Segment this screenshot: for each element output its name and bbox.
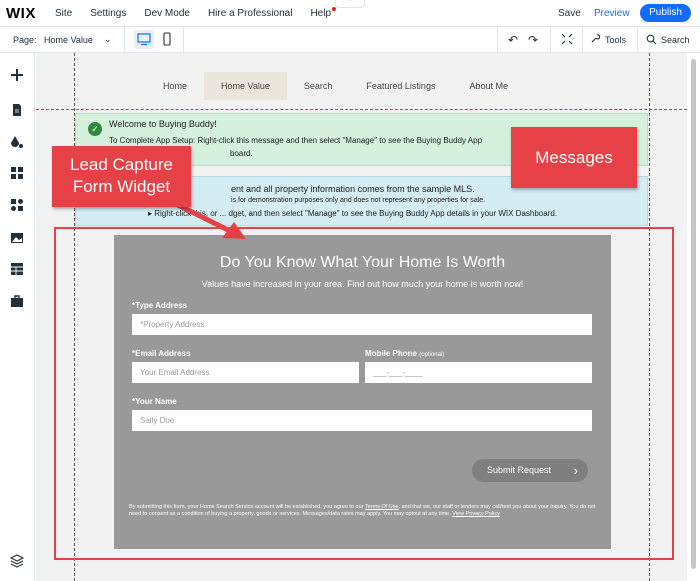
site-nav-home[interactable]: Home (146, 72, 204, 100)
menu-settings[interactable]: Settings (90, 8, 126, 19)
messages-callout: Messages (511, 127, 637, 188)
divider (550, 27, 551, 52)
apps-icon[interactable] (9, 197, 25, 213)
email-input[interactable]: Your Email Address (132, 362, 359, 383)
publish-button[interactable]: Publish (640, 4, 691, 22)
sections-icon[interactable] (9, 165, 25, 181)
sample-mls-title: ent and all property information comes f… (231, 184, 475, 194)
collapse-chevron-icon[interactable]: ⌃ (335, 0, 365, 8)
chevron-right-icon: › (573, 463, 578, 478)
menu-hire-professional[interactable]: Hire a Professional (208, 8, 292, 19)
cms-icon[interactable] (9, 261, 25, 277)
redo-icon[interactable]: ↷ (528, 33, 538, 47)
sample-mls-text: is for demonstration purposes only and d… (231, 197, 486, 204)
lead-capture-form[interactable]: Do You Know What Your Home Is Worth Valu… (114, 235, 611, 549)
site-nav-featured-listings[interactable]: Featured Listings (349, 72, 452, 100)
page-toolbar: Page: Home Value ⌄ ↶ ↷ Tools Search (0, 27, 700, 53)
tools-button[interactable]: Tools (605, 35, 626, 45)
terms-link[interactable]: Terms Of Use (365, 504, 399, 510)
welcome-text: To Complete App Setup: Right-click this … (109, 136, 483, 145)
site-nav-search[interactable]: Search (287, 72, 350, 100)
page-selector[interactable]: Home Value (44, 35, 93, 45)
submit-request-button[interactable]: Submit Request › (472, 459, 588, 482)
search-button[interactable]: Search (661, 35, 690, 45)
page-label: Page: (13, 35, 37, 45)
divider (497, 27, 498, 52)
business-icon[interactable] (9, 293, 25, 309)
menu-help[interactable]: Help (310, 7, 336, 19)
tools-icon (591, 34, 600, 43)
chevron-down-icon[interactable]: ⌄ (104, 34, 112, 45)
address-label: *Type Address (132, 301, 188, 310)
header-divider (36, 109, 687, 110)
pages-icon[interactable] (9, 102, 25, 118)
welcome-title: Welcome to Buying Buddy! (109, 119, 217, 129)
scroll-thumb[interactable] (691, 59, 696, 569)
lead-capture-callout: Lead Capture Form Widget (52, 146, 191, 207)
menu-site[interactable]: Site (55, 8, 72, 19)
search-icon (646, 34, 657, 45)
form-disclaimer: By submitting this form, your Home Searc… (129, 504, 596, 517)
desktop-view-icon[interactable] (134, 30, 154, 49)
name-label: *Your Name (132, 397, 177, 406)
phone-input[interactable]: ___-___-____ (365, 362, 592, 383)
privacy-link[interactable]: View Privacy Policy (452, 511, 500, 517)
undo-icon[interactable]: ↶ (508, 33, 518, 47)
add-elements-icon[interactable] (9, 67, 25, 83)
wix-logo: WIX (6, 5, 36, 22)
left-toolbar (0, 53, 35, 581)
media-icon[interactable] (9, 230, 25, 246)
welcome-text-2: board. (230, 149, 253, 158)
name-input[interactable]: Sally Doe (132, 410, 592, 431)
site-menu: Home Home Value Search Featured Listings… (146, 72, 525, 100)
address-input[interactable]: *Property Address (132, 314, 592, 335)
sample-mls-instructions: ▸ Right-click this, or ... dget, and the… (148, 209, 558, 218)
email-label: *Email Address (132, 349, 191, 358)
save-button[interactable]: Save (558, 8, 581, 19)
menu-dev-mode[interactable]: Dev Mode (144, 8, 190, 19)
form-title: Do You Know What Your Home Is Worth (219, 254, 506, 271)
mobile-view-icon[interactable] (160, 30, 174, 49)
divider (183, 27, 184, 52)
canvas-scrollbar[interactable] (688, 53, 700, 581)
zoom-out-icon[interactable] (560, 32, 574, 46)
form-subtitle: Values have increased in your area. Find… (201, 279, 524, 289)
top-bar: WIX Site Settings Dev Mode Hire a Profes… (0, 0, 700, 27)
theme-icon[interactable] (9, 134, 25, 150)
layers-icon[interactable] (9, 553, 25, 569)
site-nav-about-me[interactable]: About Me (452, 72, 525, 100)
check-icon: ✓ (88, 122, 102, 136)
divider (637, 27, 638, 52)
preview-button[interactable]: Preview (594, 8, 630, 19)
phone-label: Mobile Phone (optional) (365, 349, 445, 358)
divider (124, 27, 125, 52)
divider (582, 27, 583, 52)
top-menu: Site Settings Dev Mode Hire a Profession… (55, 7, 349, 19)
site-nav-home-value[interactable]: Home Value (204, 72, 287, 100)
